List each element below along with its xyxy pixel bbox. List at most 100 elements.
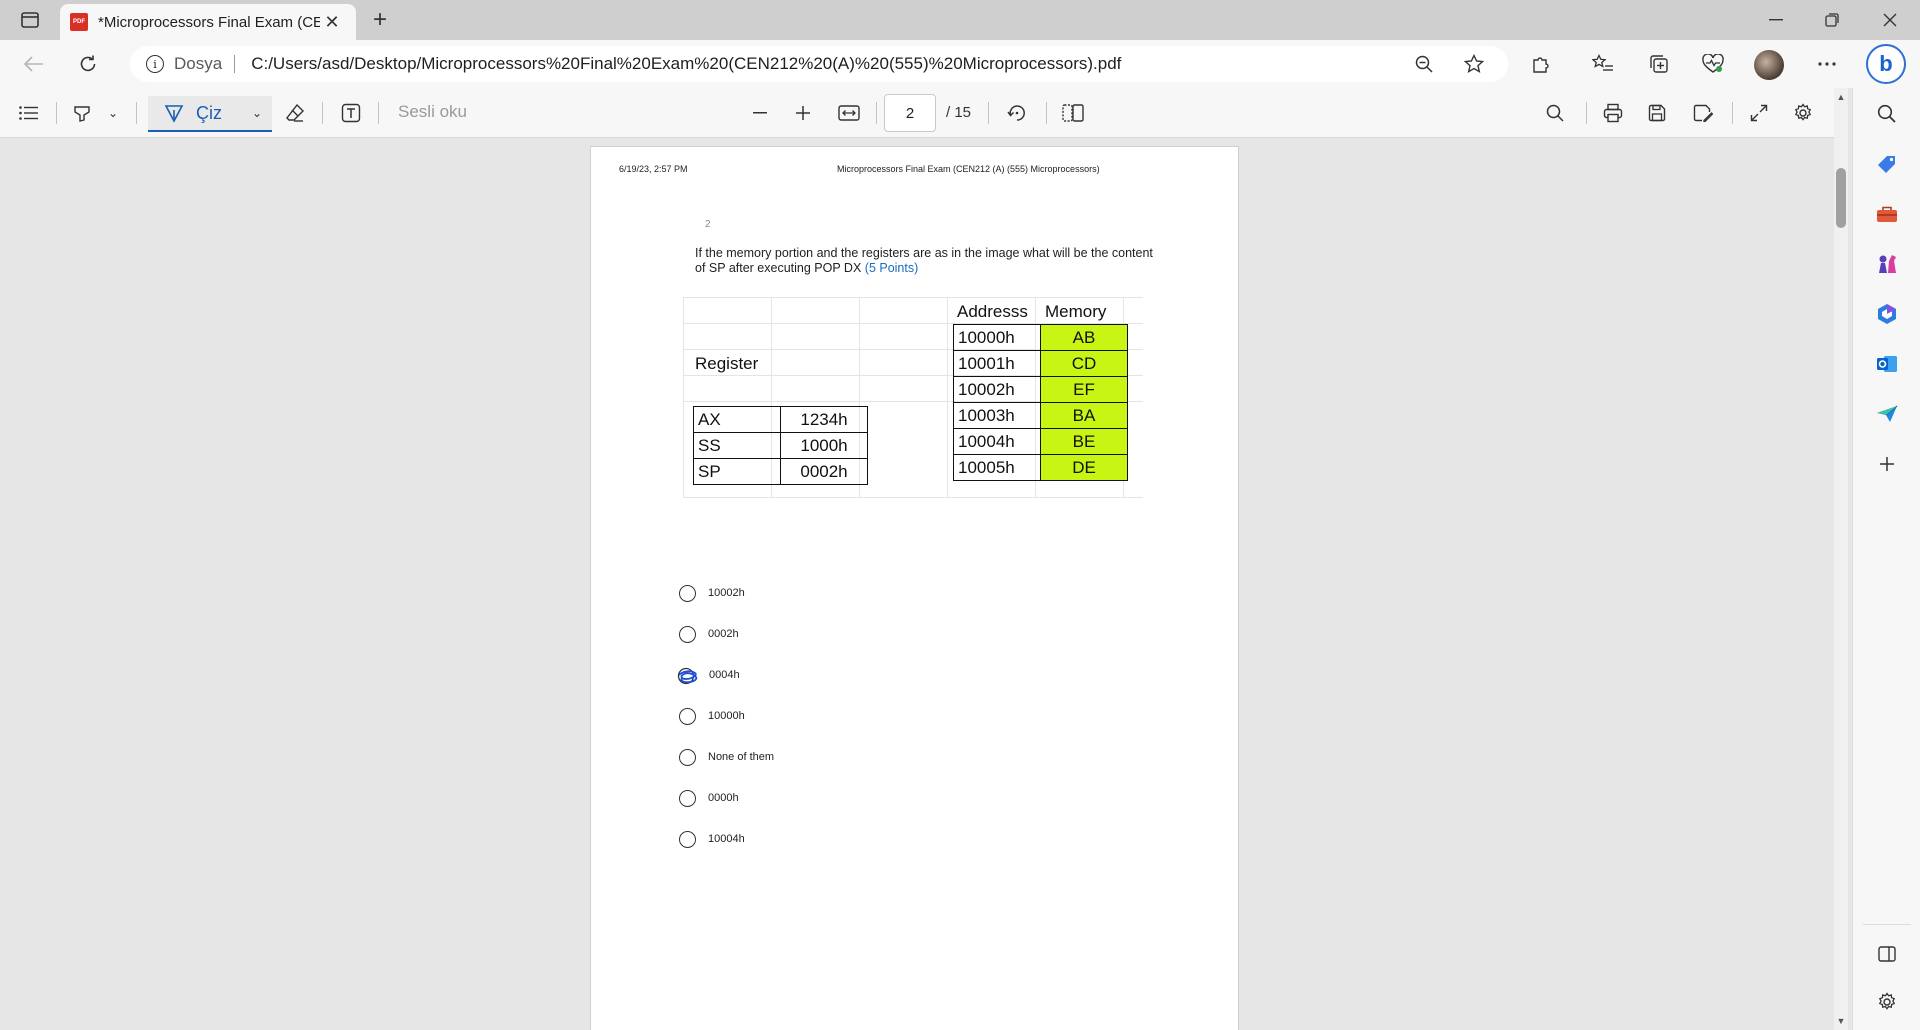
- register-title: Register: [695, 354, 759, 373]
- scroll-down-arrow-icon[interactable]: ▼: [1834, 1014, 1848, 1028]
- minus-icon: [753, 112, 767, 114]
- favorites-button[interactable]: [1586, 48, 1620, 80]
- minimize-icon: [1769, 19, 1783, 21]
- question-number: 2: [705, 219, 711, 230]
- answer-option[interactable]: 10002h: [679, 581, 879, 605]
- favorites-list-icon: [1592, 54, 1613, 71]
- pdf-settings-button[interactable]: [1788, 98, 1818, 128]
- browser-essentials-button[interactable]: [1696, 48, 1730, 80]
- vertical-scrollbar[interactable]: ▲ ▼: [1834, 88, 1848, 1030]
- pdf-viewport[interactable]: 6/19/23, 2:57 PM Microprocessors Final E…: [0, 138, 1834, 1030]
- gear-icon: [1878, 992, 1896, 1010]
- profile-avatar[interactable]: [1754, 50, 1784, 80]
- search-icon: [1877, 104, 1896, 123]
- save-as-button[interactable]: [1688, 98, 1718, 128]
- settings-more-button[interactable]: [1810, 48, 1844, 80]
- find-button[interactable]: [1540, 98, 1570, 128]
- answer-option[interactable]: 10000h: [679, 704, 879, 728]
- radio-button[interactable]: [679, 748, 696, 766]
- fit-to-width-button[interactable]: [832, 98, 866, 128]
- highlight-options-chevron-icon[interactable]: ⌄: [104, 98, 122, 128]
- radio-button[interactable]: [679, 584, 696, 602]
- sidebar-send-button[interactable]: [1873, 400, 1901, 428]
- radio-button[interactable]: [679, 625, 696, 643]
- memory-address-cell: 10005h: [953, 454, 1041, 481]
- tab-title: *Microprocessors Final Exam (CE: [98, 13, 320, 31]
- radio-button[interactable]: [679, 830, 696, 848]
- toolbar-separator: [56, 102, 57, 124]
- save-button[interactable]: [1642, 98, 1672, 128]
- sidebar-shopping-button[interactable]: [1873, 150, 1901, 178]
- memory-address-cell: 10003h: [953, 402, 1041, 429]
- sidebar-settings-button[interactable]: [1873, 988, 1901, 1016]
- page-view-button[interactable]: [1058, 98, 1088, 128]
- scroll-thumb[interactable]: [1836, 168, 1846, 228]
- answer-option[interactable]: 10004h: [679, 827, 879, 851]
- toolbox-icon: [1877, 206, 1897, 222]
- url-text[interactable]: C:/Users/asd/Desktop/Microprocessors%20F…: [251, 54, 1121, 74]
- erase-button[interactable]: [280, 98, 310, 128]
- tab-actions-button[interactable]: [14, 6, 46, 34]
- info-icon[interactable]: i: [146, 55, 164, 73]
- radio-button[interactable]: [679, 789, 696, 807]
- back-button[interactable]: [18, 48, 50, 80]
- highlight-button[interactable]: [68, 98, 96, 128]
- eraser-icon: [286, 103, 304, 122]
- restore-button[interactable]: [1804, 0, 1860, 40]
- active-tab[interactable]: PDF *Microprocessors Final Exam (CE ✕: [60, 4, 356, 40]
- plus-icon: [796, 106, 810, 120]
- grid-line: [683, 297, 684, 497]
- option-label: 10002h: [708, 587, 745, 599]
- extensions-button[interactable]: [1524, 48, 1558, 80]
- close-window-button[interactable]: [1862, 0, 1918, 40]
- answer-option[interactable]: None of them: [679, 745, 879, 769]
- puzzle-icon: [1533, 57, 1549, 73]
- answer-option[interactable]: 0002h: [679, 622, 879, 646]
- scroll-up-arrow-icon[interactable]: ▲: [1834, 90, 1848, 104]
- option-label: 0002h: [708, 628, 739, 640]
- print-button[interactable]: [1598, 98, 1628, 128]
- office-icon: [1878, 304, 1896, 324]
- add-text-button[interactable]: [336, 98, 366, 128]
- minimize-button[interactable]: [1748, 0, 1804, 40]
- close-icon: [1883, 13, 1897, 27]
- draw-button[interactable]: Çiz ⌄: [148, 96, 272, 132]
- refresh-button[interactable]: [72, 48, 104, 80]
- outlook-icon: [1877, 356, 1897, 372]
- bing-copilot-button[interactable]: b: [1866, 44, 1906, 84]
- pen-scribble-icon: [677, 667, 698, 684]
- rotate-button[interactable]: [1002, 98, 1032, 128]
- toolbar-separator: [1586, 102, 1587, 124]
- radio-button[interactable]: [679, 707, 696, 725]
- tab-close-icon[interactable]: ✕: [320, 10, 344, 34]
- page-number-input[interactable]: 2: [884, 94, 936, 132]
- memory-value-cell: CD: [1040, 350, 1128, 377]
- sidebar-tools-button[interactable]: [1873, 200, 1901, 228]
- full-screen-button[interactable]: [1744, 98, 1774, 128]
- plus-icon: [1880, 457, 1894, 471]
- toolbar-separator: [1732, 102, 1733, 124]
- sidebar-add-button[interactable]: [1873, 450, 1901, 478]
- sidebar-games-button[interactable]: [1873, 250, 1901, 278]
- favorite-button[interactable]: [1458, 48, 1490, 80]
- collections-button[interactable]: [1642, 48, 1676, 80]
- zoom-out-button[interactable]: [745, 98, 775, 128]
- new-tab-button[interactable]: +: [366, 6, 394, 34]
- rotate-icon: [1007, 105, 1025, 121]
- zoom-in-button[interactable]: [788, 98, 818, 128]
- sidebar-search-button[interactable]: [1873, 100, 1901, 128]
- table-of-contents-button[interactable]: [14, 98, 44, 128]
- url-field[interactable]: i Dosya C:/Users/asd/Desktop/Microproces…: [130, 46, 1508, 82]
- address-bar: i Dosya C:/Users/asd/Desktop/Microproces…: [0, 40, 1920, 88]
- sidebar-office-button[interactable]: [1873, 300, 1901, 328]
- draw-options-chevron-icon[interactable]: ⌄: [252, 106, 262, 120]
- read-aloud-button[interactable]: Sesli oku: [398, 102, 467, 122]
- zoom-out-url-button[interactable]: [1408, 48, 1440, 80]
- sidebar-hide-button[interactable]: [1873, 940, 1901, 968]
- answer-option[interactable]: 0000h: [679, 786, 879, 810]
- memory-address-cell: 10000h: [953, 324, 1041, 351]
- radio-button-marked[interactable]: [677, 667, 699, 684]
- answer-option[interactable]: 0004h: [677, 663, 879, 687]
- highlighter-icon: [74, 106, 90, 122]
- sidebar-outlook-button[interactable]: [1873, 350, 1901, 378]
